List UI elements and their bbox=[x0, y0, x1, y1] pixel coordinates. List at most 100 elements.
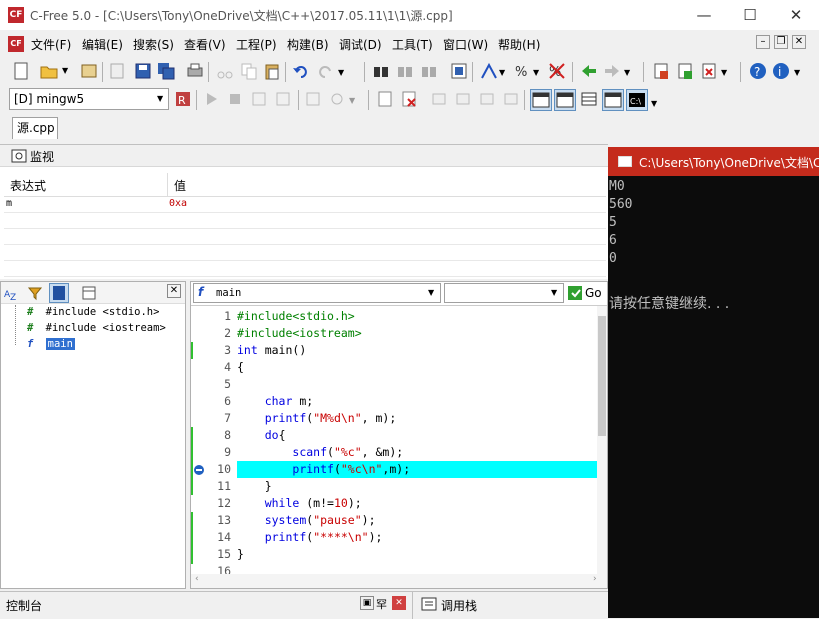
outline-item[interactable]: # #include <iostream> bbox=[27, 322, 166, 334]
toggle-locals-button[interactable] bbox=[554, 89, 576, 111]
outline-close-button[interactable]: ✕ bbox=[167, 284, 181, 298]
menu-project[interactable]: 工程(P) bbox=[236, 36, 277, 53]
menu-help[interactable]: 帮助(H) bbox=[498, 36, 540, 53]
code-line[interactable]: 1 #include<stdio.h> bbox=[191, 308, 603, 325]
code-line[interactable]: 11 } bbox=[191, 478, 603, 495]
watch-row[interactable]: m 0xa bbox=[4, 197, 606, 213]
watch-row-empty[interactable] bbox=[4, 245, 606, 261]
console-tab-label[interactable]: 控制台 bbox=[6, 597, 42, 614]
float-button[interactable]: 罕 bbox=[376, 596, 387, 612]
menu-file[interactable]: 文件(F) bbox=[31, 36, 71, 53]
vertical-scrollbar[interactable] bbox=[597, 306, 607, 574]
undo-icon[interactable] bbox=[292, 62, 310, 80]
filter-icon[interactable] bbox=[27, 285, 43, 301]
build-icon[interactable] bbox=[676, 62, 694, 80]
menu-view[interactable]: 查看(V) bbox=[184, 36, 226, 53]
console-window[interactable]: C:\Users\Tony\OneDrive\文档\C M0 560 5 6 0 请按任意… bbox=[608, 147, 819, 618]
watch-row-empty[interactable] bbox=[4, 213, 606, 229]
code-line[interactable]: 10 printf("%c\n",m); bbox=[191, 461, 603, 478]
mdi-close-button[interactable]: ✕ bbox=[792, 35, 806, 49]
toggle-callstack-button[interactable] bbox=[602, 89, 624, 111]
breakpoint-dropdown-icon[interactable]: ▼ bbox=[349, 96, 355, 105]
code-line[interactable]: 9 scanf("%c", &m); bbox=[191, 444, 603, 461]
run-icon[interactable] bbox=[202, 90, 220, 108]
back-arrow-icon[interactable] bbox=[580, 62, 598, 80]
goto-dropdown-icon[interactable]: ▼ bbox=[499, 68, 505, 77]
redo-dropdown-icon[interactable]: ▼ bbox=[338, 68, 344, 77]
watch-col-expression[interactable]: 表达式 bbox=[10, 177, 46, 194]
mdi-restore-button[interactable]: ❐ bbox=[774, 35, 788, 49]
outline-item[interactable]: # #include <stdio.h> bbox=[27, 306, 159, 318]
redo-icon[interactable] bbox=[316, 62, 334, 80]
console-title-bar[interactable]: C:\Users\Tony\OneDrive\文档\C bbox=[608, 147, 819, 176]
help-icon[interactable]: ? bbox=[749, 62, 767, 80]
sort-alpha-icon[interactable]: AZ bbox=[4, 285, 20, 301]
scroll-right-icon[interactable]: › bbox=[593, 574, 597, 584]
bookmark-icon[interactable]: % bbox=[514, 62, 532, 80]
horizontal-scrollbar[interactable]: ‹ › bbox=[191, 574, 607, 588]
menu-search[interactable]: 搜索(S) bbox=[133, 36, 174, 53]
code-line[interactable]: 7 printf("M%d\n", m); bbox=[191, 410, 603, 427]
menu-tools[interactable]: 工具(T) bbox=[392, 36, 433, 53]
menu-window[interactable]: 窗口(W) bbox=[443, 36, 488, 53]
go-button[interactable]: Go bbox=[567, 283, 605, 303]
find-next-icon[interactable] bbox=[396, 62, 414, 80]
forward-dropdown-icon[interactable]: ▼ bbox=[624, 68, 630, 77]
toggle-watch-button[interactable] bbox=[530, 89, 552, 111]
clear-bookmark-icon[interactable]: % bbox=[548, 62, 566, 80]
toggle-console-button[interactable]: C:\ bbox=[626, 89, 648, 111]
open-dropdown-icon[interactable]: ▼ bbox=[62, 66, 68, 75]
step-out-icon[interactable] bbox=[304, 90, 322, 108]
close-file-icon[interactable] bbox=[108, 62, 126, 80]
function-select[interactable]: f main ▼ bbox=[193, 283, 441, 303]
uncomment-icon[interactable] bbox=[454, 90, 472, 108]
new-file-icon[interactable] bbox=[12, 62, 30, 80]
code-line[interactable]: 15} bbox=[191, 546, 603, 563]
rebuild-icon[interactable] bbox=[700, 62, 718, 80]
copy-icon[interactable] bbox=[240, 62, 258, 80]
pin-button[interactable]: ▣ bbox=[360, 596, 374, 610]
windows-dropdown-icon[interactable]: ▼ bbox=[651, 99, 657, 108]
goto-line-icon[interactable] bbox=[480, 62, 498, 80]
code-line[interactable]: 4{ bbox=[191, 359, 603, 376]
toggle-tree-button[interactable] bbox=[49, 283, 69, 303]
callstack-tab-label[interactable]: 调用栈 bbox=[441, 597, 477, 614]
code-line[interactable]: 5 bbox=[191, 376, 603, 393]
doc-icon[interactable]: CF bbox=[8, 36, 24, 52]
compile-icon[interactable] bbox=[652, 62, 670, 80]
code-line[interactable]: 3 int main() bbox=[191, 342, 603, 359]
forward-arrow-icon[interactable] bbox=[603, 62, 621, 80]
bookmark-dropdown-icon[interactable]: ▼ bbox=[533, 68, 539, 77]
menu-build[interactable]: 构建(B) bbox=[287, 36, 329, 53]
tab-source-file[interactable]: 源.cpp bbox=[12, 117, 58, 139]
save-icon[interactable] bbox=[134, 62, 152, 80]
print-icon[interactable] bbox=[186, 62, 204, 80]
indent-icon[interactable] bbox=[478, 90, 496, 108]
watch-row-empty[interactable] bbox=[4, 261, 606, 277]
maximize-button[interactable]: ☐ bbox=[727, 0, 773, 30]
breakpoint-icon[interactable] bbox=[328, 90, 346, 108]
outline-item-selected[interactable]: f main bbox=[27, 338, 75, 350]
panel-close-button[interactable]: ✕ bbox=[392, 596, 406, 610]
find-prev-icon[interactable] bbox=[420, 62, 438, 80]
code-line[interactable]: 6 char m; bbox=[191, 393, 603, 410]
info-dropdown-icon[interactable]: ▼ bbox=[794, 68, 800, 77]
watch-add-icon[interactable] bbox=[376, 90, 394, 108]
menu-debug[interactable]: 调试(D) bbox=[339, 36, 382, 53]
comment-icon[interactable] bbox=[430, 90, 448, 108]
open-project-icon[interactable] bbox=[80, 62, 98, 80]
stop-icon[interactable] bbox=[226, 90, 244, 108]
outdent-icon[interactable] bbox=[502, 90, 520, 108]
class-view-icon[interactable] bbox=[81, 285, 97, 301]
paste-icon[interactable] bbox=[263, 62, 281, 80]
registers-icon[interactable] bbox=[580, 90, 598, 108]
close-button[interactable]: ✕ bbox=[773, 0, 819, 30]
step-into-icon[interactable] bbox=[274, 90, 292, 108]
replace-icon[interactable] bbox=[450, 62, 468, 80]
minimize-button[interactable]: — bbox=[681, 0, 727, 30]
code-line[interactable]: 13 system("pause"); bbox=[191, 512, 603, 529]
scroll-left-icon[interactable]: ‹ bbox=[195, 574, 199, 584]
build-dropdown-icon[interactable]: ▼ bbox=[721, 68, 727, 77]
compiler-select[interactable]: [D] mingw5 ▼ bbox=[9, 88, 169, 110]
info-icon[interactable]: i bbox=[772, 62, 790, 80]
